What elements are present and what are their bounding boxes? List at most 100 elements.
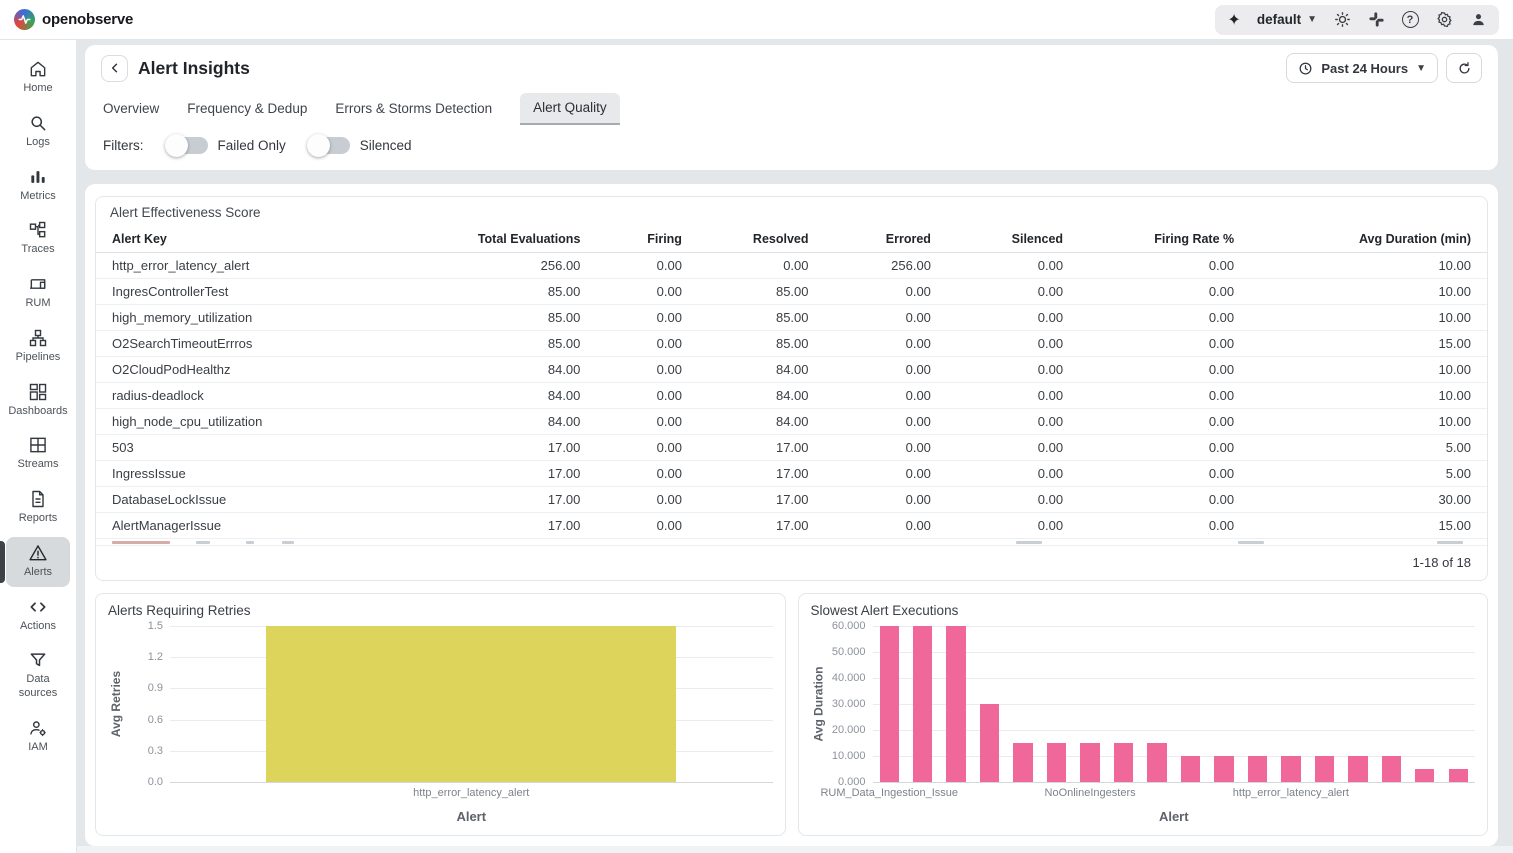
traces-nodes-icon: [28, 220, 48, 240]
chart-bar: [913, 626, 932, 782]
tab-overview[interactable]: Overview: [103, 94, 159, 125]
table-cell: 17.00: [402, 435, 588, 461]
table-cell: 0.00: [817, 409, 939, 435]
table-row: AlertManagerIssue17.000.0017.000.000.000…: [96, 513, 1487, 539]
y-tick-label: 60.000: [832, 620, 866, 632]
alert-effectiveness-card: Alert Effectiveness Score Alert KeyTotal…: [95, 196, 1488, 581]
sidebar-item-pipelines[interactable]: Pipelines: [6, 322, 70, 372]
account-icon[interactable]: [1469, 11, 1487, 29]
chart-bar: [1382, 756, 1401, 782]
chart-bar: [1348, 756, 1367, 782]
sidebar-item-iam[interactable]: IAM: [6, 712, 70, 762]
table-cell: 0.00: [939, 409, 1071, 435]
app-logo: openobserve: [14, 9, 133, 30]
table-cell: 10.00: [1242, 305, 1487, 331]
sidebar-item-alerts[interactable]: Alerts: [6, 537, 70, 587]
table-row: radius-deadlock84.000.0084.000.000.000.0…: [96, 383, 1487, 409]
sidebar-item-metrics[interactable]: Metrics: [6, 161, 70, 211]
y-tick-label: 30.000: [832, 698, 866, 710]
table-cell: 0.00: [1071, 461, 1242, 487]
settings-gear-icon[interactable]: [1435, 11, 1453, 29]
streams-table-icon: [28, 435, 48, 455]
tab-alert-quality[interactable]: Alert Quality: [520, 93, 620, 125]
sidebar-item-home[interactable]: Home: [6, 53, 70, 103]
table-cell: 84.00: [402, 357, 588, 383]
table-cell: 0.00: [1071, 305, 1242, 331]
x-axis: Alert http_error_latency_alert: [170, 782, 773, 826]
table-cell: 85.00: [402, 305, 588, 331]
chart-bar: [1214, 756, 1233, 782]
table-cell: DatabaseLockIssue: [96, 487, 402, 513]
x-axis-title: Alert: [873, 809, 1476, 824]
table-cell: 0.00: [939, 357, 1071, 383]
sidebar-item-reports[interactable]: Reports: [6, 483, 70, 533]
table-cell: 256.00: [402, 253, 588, 279]
table-cell: 17.00: [402, 487, 588, 513]
sidebar-item-traces[interactable]: Traces: [6, 214, 70, 264]
y-tick-label: 10.000: [832, 750, 866, 762]
table-cell: 0.00: [817, 305, 939, 331]
table-cell: 0.00: [588, 357, 690, 383]
table-row: high_node_cpu_utilization84.000.0084.000…: [96, 409, 1487, 435]
back-button[interactable]: [101, 55, 128, 82]
search-icon: [28, 113, 48, 133]
column-header: Alert Key: [96, 226, 402, 253]
ai-sparkle-icon[interactable]: ✦: [1227, 10, 1240, 30]
y-tick-label: 40.000: [832, 672, 866, 684]
page-title: Alert Insights: [138, 58, 250, 79]
app-name: openobserve: [42, 11, 133, 28]
tab-frequency-dedup[interactable]: Frequency & Dedup: [187, 94, 307, 125]
table-cell: 0.00: [1071, 383, 1242, 409]
table-cell: 0.00: [1071, 279, 1242, 305]
theme-sun-icon[interactable]: [1333, 11, 1351, 29]
table-cell: 0.00: [817, 513, 939, 539]
document-icon: [28, 489, 48, 509]
dashboards-grid-icon: [28, 382, 48, 402]
refresh-button[interactable]: [1446, 53, 1482, 83]
table-cell: 0.00: [939, 331, 1071, 357]
table-row: IngresControllerTest85.000.0085.000.000.…: [96, 279, 1487, 305]
y-tick-label: 1.5: [148, 620, 163, 632]
tab-errors-storms[interactable]: Errors & Storms Detection: [335, 94, 492, 125]
table-cell: high_node_cpu_utilization: [96, 409, 402, 435]
table-cell: 0.00: [939, 279, 1071, 305]
help-icon[interactable]: ?: [1401, 11, 1419, 29]
table-cell: 84.00: [690, 409, 817, 435]
chart-bar: [1281, 756, 1300, 782]
sidebar-item-data-sources[interactable]: Data sources: [6, 644, 70, 708]
table-cell: 0.00: [817, 461, 939, 487]
table-cell: 15.00: [1242, 331, 1487, 357]
y-tick-label: 20.000: [832, 724, 866, 736]
table-cell: 0.00: [939, 513, 1071, 539]
table-cell: 10.00: [1242, 357, 1487, 383]
alert-effectiveness-table: Alert KeyTotal EvaluationsFiringResolved…: [96, 226, 1487, 539]
workspace-select[interactable]: default ▼: [1257, 12, 1317, 27]
table-cell: 503: [96, 435, 402, 461]
sidebar-item-rum[interactable]: RUM: [6, 268, 70, 318]
slowest-alert-executions-chart: Slowest Alert Executions Avg Duration 60…: [798, 593, 1489, 836]
chart-bar: [980, 704, 999, 782]
sidebar-item-dashboards[interactable]: Dashboards: [6, 376, 70, 426]
y-axis-title: Avg Duration: [811, 626, 827, 782]
silenced-toggle[interactable]: Silenced: [308, 137, 412, 154]
table-cell: 10.00: [1242, 409, 1487, 435]
alerts-requiring-retries-chart: Alerts Requiring Retries Avg Retries 1.5…: [95, 593, 786, 836]
table-cell: O2CloudPodHealthz: [96, 357, 402, 383]
sidebar-item-actions[interactable]: Actions: [6, 591, 70, 641]
chart-bar: [1248, 756, 1267, 782]
failed-only-toggle[interactable]: Failed Only: [166, 137, 286, 154]
clock-icon: [1298, 61, 1313, 76]
table-cell: 0.00: [588, 487, 690, 513]
chart-bar: [266, 626, 676, 782]
table-cell: 17.00: [402, 513, 588, 539]
main-content: Alert Insights Past 24 Hours ▼ Overview …: [77, 40, 1513, 853]
time-range-select[interactable]: Past 24 Hours ▼: [1286, 53, 1438, 83]
slack-icon[interactable]: [1367, 11, 1385, 29]
chart-title: Alerts Requiring Retries: [108, 603, 773, 618]
sidebar-item-streams[interactable]: Streams: [6, 429, 70, 479]
x-tick-label: http_error_latency_alert: [1233, 787, 1349, 799]
table-cell: 10.00: [1242, 253, 1487, 279]
funnel-icon: [28, 650, 48, 670]
sidebar-item-logs[interactable]: Logs: [6, 107, 70, 157]
refresh-icon: [1457, 61, 1472, 76]
